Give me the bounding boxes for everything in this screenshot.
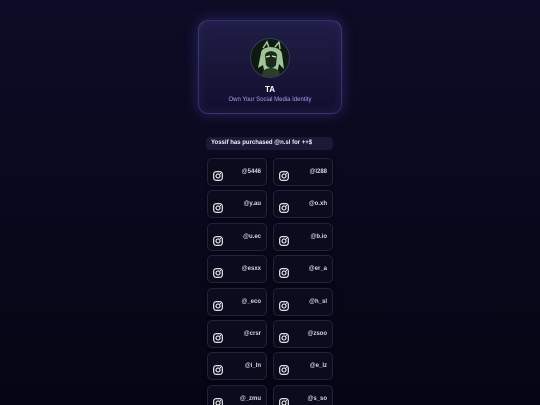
handle-username: @i_ln: [244, 363, 261, 370]
purchase-announcement: Yossif has purchased @n.sl for ++$: [206, 137, 333, 150]
handle-card[interactable]: @_eco: [207, 287, 267, 316]
handle-username: @crsr: [243, 330, 261, 337]
handle-card[interactable]: @e_lz: [273, 352, 333, 381]
handle-card[interactable]: @crsr: [207, 319, 267, 348]
handle-card[interactable]: @b.io: [273, 222, 333, 251]
instagram-icon: [279, 265, 289, 279]
handle-card[interactable]: @h_sl: [273, 287, 333, 316]
instagram-icon: [279, 200, 289, 214]
handle-card[interactable]: @esxx: [207, 255, 267, 284]
handle-username: @_eco: [241, 298, 261, 305]
page: TA Own Your Social Media Identity Yossif…: [0, 0, 540, 405]
instagram-icon: [279, 330, 289, 343]
avatar-image: [251, 39, 289, 77]
handle-username: @zsoo: [307, 330, 327, 337]
handle-card[interactable]: @i_ln: [207, 352, 267, 381]
instagram-icon: [279, 362, 289, 376]
handle-card[interactable]: @_zmu: [207, 384, 267, 405]
instagram-icon: [279, 395, 289, 405]
instagram-icon: [279, 168, 289, 181]
handle-username: @er_a: [308, 266, 327, 273]
handle-card[interactable]: @zsoo: [273, 319, 333, 348]
handle-username: @l288: [309, 169, 327, 175]
handle-username: @b.io: [310, 233, 327, 240]
handle-card[interactable]: @y.au: [207, 190, 267, 219]
profile-tagline: Own Your Social Media Identity: [228, 97, 312, 103]
profile-name: TA: [264, 85, 276, 94]
handle-card[interactable]: @o.xh: [273, 190, 333, 219]
instagram-icon: [213, 168, 223, 181]
handle-card[interactable]: @u.ec: [207, 222, 267, 251]
handle-card[interactable]: @s_so: [273, 384, 333, 405]
avatar[interactable]: [250, 38, 290, 78]
instagram-icon: [213, 200, 223, 214]
instagram-icon: [213, 298, 223, 311]
handle-username: @s_so: [307, 395, 327, 402]
handle-username: @e_lz: [309, 363, 327, 370]
handle-username: @esxx: [241, 266, 261, 273]
handle-username: @_zmu: [239, 395, 261, 402]
handle-grid: @5446 @l288 @y.au @o.xh @u.ec @b.io @esxx @er_a…: [207, 158, 333, 405]
handle-username: @5446: [241, 169, 261, 175]
instagram-icon: [279, 233, 289, 246]
instagram-icon: [213, 233, 223, 246]
handle-card[interactable]: @5446: [207, 158, 267, 186]
instagram-icon: [279, 298, 289, 311]
handle-username: @o.xh: [308, 201, 327, 208]
profile-card: TA Own Your Social Media Identity: [198, 20, 342, 114]
handle-username: @y.au: [243, 201, 261, 208]
handle-username: @u.ec: [243, 233, 261, 240]
handle-username: @h_sl: [309, 298, 327, 305]
instagram-icon: [213, 362, 223, 376]
instagram-icon: [213, 330, 223, 343]
handle-card[interactable]: @l288: [273, 158, 333, 186]
handle-card[interactable]: @er_a: [273, 255, 333, 284]
instagram-icon: [213, 395, 223, 405]
instagram-icon: [213, 265, 223, 279]
